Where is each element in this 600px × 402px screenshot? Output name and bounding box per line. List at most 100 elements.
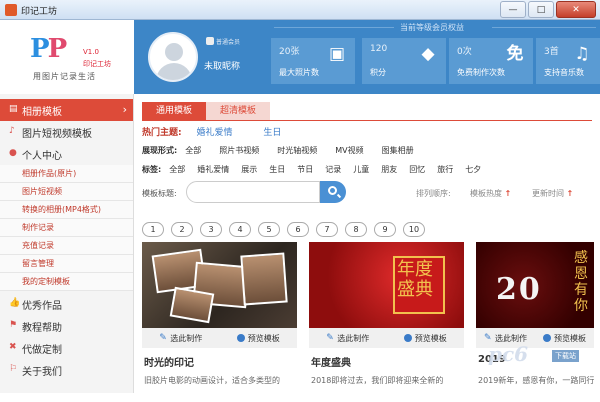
vip-divider-right bbox=[492, 27, 596, 28]
logo-slogan: 用图片记录生活 bbox=[33, 72, 96, 81]
sidebar-sub-custom-templates[interactable]: 我的定制模板 bbox=[0, 273, 133, 291]
avatar-head-icon bbox=[165, 43, 183, 61]
tag-option[interactable]: 七夕 bbox=[465, 164, 481, 175]
edit-icon: ✎ bbox=[326, 333, 334, 343]
sidebar-item-excellent-works[interactable]: 👍 优秀作品 bbox=[0, 293, 133, 315]
tag-option[interactable]: 展示 bbox=[241, 164, 257, 175]
hot-topic-link[interactable]: 婚礼爱情 bbox=[196, 128, 232, 138]
preview-button[interactable]: 预览模板 bbox=[535, 328, 594, 348]
select-make-button[interactable]: ✎ 选此制作 bbox=[142, 328, 220, 348]
tag-option[interactable]: 回忆 bbox=[409, 164, 425, 175]
preview-button[interactable]: 预览模板 bbox=[387, 328, 465, 348]
search-input[interactable] bbox=[186, 181, 320, 203]
stat-value: 20张 bbox=[279, 47, 300, 57]
hot-topic-link[interactable]: 生日 bbox=[263, 128, 281, 138]
display-filter-option[interactable]: 全部 bbox=[185, 145, 201, 156]
sort-by-time[interactable]: 更新时间 ↑ bbox=[532, 188, 573, 199]
display-filter-option[interactable]: 照片书视频 bbox=[219, 145, 259, 156]
tab-general[interactable]: 通用模板 bbox=[142, 102, 206, 120]
logo-mark: PP bbox=[30, 34, 67, 64]
sidebar-sub-original-works[interactable]: 相册作品(原片) bbox=[0, 165, 133, 183]
sidebar-item-label: 个人中心 bbox=[22, 150, 62, 162]
sidebar-item-album-templates[interactable]: ▤ 相册模板 › bbox=[0, 99, 133, 121]
tag-option[interactable]: 旅行 bbox=[437, 164, 453, 175]
display-filter-option[interactable]: 图集相册 bbox=[382, 145, 414, 156]
pagination: 1 2 3 4 5 6 7 8 9 10 bbox=[142, 222, 425, 237]
title-bar: 印记工坊 — □ ✕ bbox=[0, 0, 600, 20]
sidebar-sub-recharge[interactable]: 充值记录 bbox=[0, 237, 133, 255]
tag-option[interactable]: 节日 bbox=[297, 164, 313, 175]
arrow-up-icon: ↑ bbox=[504, 189, 512, 198]
template-thumbnail[interactable]: 20 感恩有你 bbox=[476, 242, 594, 328]
photo-frame bbox=[169, 286, 215, 324]
page-button[interactable]: 9 bbox=[374, 222, 396, 237]
sidebar-item-label: 图片短视频模板 bbox=[22, 128, 92, 140]
sort-hot-label: 模板热度 bbox=[470, 189, 502, 198]
card-actions: ✎ 选此制作 预览模板 bbox=[309, 328, 464, 348]
sort-by-hot[interactable]: 模板热度 ↑ bbox=[470, 188, 511, 199]
help-icon: ⚑ bbox=[9, 320, 18, 330]
eye-icon bbox=[543, 334, 551, 342]
stat-max-photos: 20张 最大照片数 ▣ bbox=[271, 38, 355, 84]
tag-option[interactable]: 朋友 bbox=[381, 164, 397, 175]
sidebar: ▤ 相册模板 › ♪ 图片短视频模板 ● 个人中心 相册作品(原片) 图片短视频… bbox=[0, 94, 134, 393]
card-title: 年度盛典 bbox=[311, 358, 351, 369]
app-icon bbox=[5, 4, 17, 16]
photo-frame bbox=[240, 252, 288, 306]
avatar[interactable] bbox=[148, 32, 198, 82]
tag-option[interactable]: 生日 bbox=[269, 164, 285, 175]
member-badge-text: 普通会员 bbox=[216, 39, 241, 46]
page-button[interactable]: 10 bbox=[403, 222, 425, 237]
display-filter-option[interactable]: MV视频 bbox=[335, 145, 363, 156]
tag-option[interactable]: 婚礼爱情 bbox=[197, 164, 229, 175]
sidebar-item-video-templates[interactable]: ♪ 图片短视频模板 bbox=[0, 121, 133, 143]
tag-option[interactable]: 记录 bbox=[325, 164, 341, 175]
sidebar-sub-records[interactable]: 制作记录 bbox=[0, 219, 133, 237]
sidebar-item-tutorial[interactable]: ⚑ 教程帮助 bbox=[0, 315, 133, 337]
sidebar-sub-mp4[interactable]: 转换的相册(MP4格式) bbox=[0, 201, 133, 219]
music-icon: ♫ bbox=[574, 44, 590, 64]
close-button[interactable]: ✕ bbox=[556, 1, 596, 18]
page-button[interactable]: 2 bbox=[171, 222, 193, 237]
info-icon: ⚐ bbox=[9, 364, 18, 374]
chevron-right-icon: › bbox=[122, 103, 127, 116]
tag-option[interactable]: 全部 bbox=[169, 164, 185, 175]
diamond-icon: ◆ bbox=[421, 44, 435, 64]
page-button[interactable]: 3 bbox=[200, 222, 222, 237]
preview-button[interactable]: 预览模板 bbox=[220, 328, 298, 348]
template-thumbnail[interactable] bbox=[142, 242, 297, 328]
minimize-button[interactable]: — bbox=[500, 1, 526, 18]
edit-icon: ✎ bbox=[159, 333, 167, 343]
template-thumbnail[interactable]: 年度盛典 bbox=[309, 242, 464, 328]
page-button[interactable]: 1 bbox=[142, 222, 164, 237]
tag-filter-row: 标签: 全部 婚礼爱情 展示 生日 节日 记录 儿童 朋友 回忆 旅行 七夕 bbox=[142, 164, 481, 175]
stat-label: 积分 bbox=[370, 68, 386, 77]
window-title: 印记工坊 bbox=[21, 7, 58, 17]
sidebar-item-personal-center[interactable]: ● 个人中心 bbox=[0, 143, 133, 165]
page-button[interactable]: 8 bbox=[345, 222, 367, 237]
vip-title: 当前等级会员权益 bbox=[400, 23, 464, 32]
select-make-button[interactable]: ✎ 选此制作 bbox=[309, 328, 387, 348]
page-button[interactable]: 6 bbox=[287, 222, 309, 237]
template-card: ✎ 选此制作 预览模板 时光的印记 旧胶片电影的动画设计，适合多类型的 bbox=[142, 242, 297, 402]
maximize-button[interactable]: □ bbox=[528, 1, 554, 18]
card-description: 旧胶片电影的动画设计，适合多类型的 bbox=[144, 376, 280, 385]
page-button[interactable]: 7 bbox=[316, 222, 338, 237]
sidebar-sub-messages[interactable]: 留言管理 bbox=[0, 255, 133, 273]
sidebar-item-about[interactable]: ⚐ 关于我们 bbox=[0, 359, 133, 381]
tab-hd[interactable]: 超清模板 bbox=[206, 102, 270, 120]
nickname[interactable]: 未取昵称 bbox=[204, 59, 240, 72]
art-text: 年度盛典 bbox=[397, 259, 433, 300]
stat-music: 3首 支持音乐数 ♫ bbox=[536, 38, 600, 84]
page-button[interactable]: 4 bbox=[229, 222, 251, 237]
card-actions: ✎ 选此制作 预览模板 bbox=[142, 328, 297, 348]
display-filter-option[interactable]: 时光轴视频 bbox=[277, 145, 317, 156]
stat-label: 最大照片数 bbox=[279, 68, 319, 77]
search-button[interactable] bbox=[320, 181, 346, 203]
sidebar-item-custom-service[interactable]: ✖ 代做定制 bbox=[0, 337, 133, 359]
tag-option[interactable]: 儿童 bbox=[353, 164, 369, 175]
stat-free-times: 0次 免费制作次数 免 bbox=[449, 38, 533, 84]
sidebar-sub-short-video[interactable]: 图片短视频 bbox=[0, 183, 133, 201]
sidebar-item-label: 教程帮助 bbox=[22, 322, 62, 334]
page-button[interactable]: 5 bbox=[258, 222, 280, 237]
